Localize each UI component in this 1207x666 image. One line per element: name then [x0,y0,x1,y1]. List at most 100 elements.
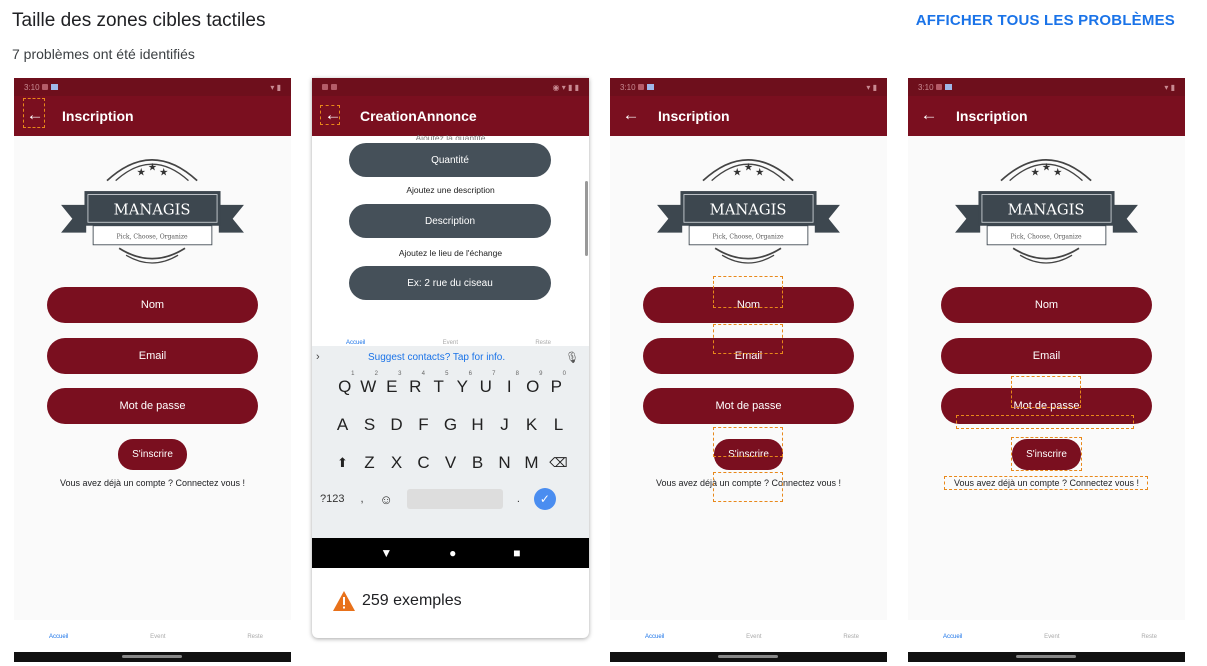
app-bar: ← Inscription [14,96,291,136]
touch-target-highlight [713,276,783,308]
nav-reste[interactable]: Reste [843,634,859,652]
screenshot-inscription-1: 3:10 ▾ ▮ ← Inscription MANAGIS Pick, Cho… [14,78,291,662]
nav-event[interactable]: Event [746,634,761,652]
show-all-issues-link[interactable]: AFFICHER TOUS LES PROBLÈMES [916,12,1175,29]
signup-button[interactable]: S'inscrire [118,439,187,470]
key[interactable]: X [383,453,410,473]
touch-target-highlight [320,105,340,125]
back-arrow-icon[interactable]: ← [918,106,940,126]
name-field[interactable]: Nom [941,287,1152,323]
key[interactable]: 3E [380,371,404,397]
key[interactable]: C [410,453,437,473]
key[interactable]: N [491,453,518,473]
key[interactable]: M [518,453,545,473]
status-bar: 3:10 ▾ ▮ [610,78,887,96]
key[interactable]: 6Y [451,371,475,397]
mic-icon[interactable]: 🎙 [565,351,579,364]
touch-target-highlight [956,415,1134,429]
key-row-1: 1Q 2W 3E 4R 5T 6Y 7U 8I 9O 0P [312,368,589,406]
status-time: 3:10 [24,82,40,92]
email-field[interactable]: Email [47,338,258,374]
key-row-3: ⬆ Z X C V B N M ⌫ [312,444,589,482]
app-bar: ← Inscription [908,96,1185,136]
status-bar: 3:10 ▾ ▮ [908,78,1185,96]
key[interactable]: 0P [545,371,569,397]
nav-event[interactable]: Event [1044,634,1059,652]
key[interactable]: 5T [427,371,451,397]
key[interactable]: B [464,453,491,473]
nav-event[interactable]: Event [150,634,165,652]
symbols-key[interactable]: ?123 [320,493,344,505]
logo-brand: MANAGIS [1008,201,1085,218]
key[interactable]: 8I [498,371,522,397]
app-bar-title: CreationAnnonce [360,108,477,124]
bottom-nav: Accueil Event Reste [610,620,887,652]
emoji-icon[interactable]: ☺ [380,492,393,507]
app-bar-title: Inscription [658,108,730,124]
key[interactable]: Z [356,453,383,473]
gesture-bar [908,652,1185,662]
key[interactable]: A [329,415,356,435]
key[interactable]: K [518,415,545,435]
app-bar-title: Inscription [956,108,1028,124]
status-bar: ◉ ▾ ▮ ▮ [312,78,589,96]
login-link[interactable]: Vous avez déjà un compte ? Connectez vou… [14,478,291,488]
app-bar: ← Inscription [610,96,887,136]
key[interactable]: H [464,415,491,435]
scrollbar[interactable] [585,181,588,256]
key[interactable]: 7U [474,371,498,397]
quantity-field[interactable]: Quantité [349,143,551,177]
backspace-icon[interactable]: ⌫ [545,455,572,471]
page-title: Taille des zones cibles tactiles [12,10,266,31]
back-arrow-icon[interactable]: ← [620,106,642,126]
key[interactable]: J [491,415,518,435]
key-row-2: A S D F G H J K L [312,406,589,444]
nav-accueil[interactable]: Accueil [943,634,962,652]
nav-accueil[interactable]: Accueil [49,634,68,652]
screenshot-inscription-4: 3:10 ▾ ▮ ← Inscription MANAGIS Pick, Cho… [908,78,1185,662]
enter-check-icon[interactable]: ✓ [533,488,556,510]
password-field[interactable]: Mot de passe [47,388,258,424]
key[interactable]: V [437,453,464,473]
key[interactable]: F [410,415,437,435]
home-circle-icon[interactable]: ● [449,546,456,560]
shift-icon[interactable]: ⬆ [329,455,356,471]
recents-square-icon[interactable]: ■ [513,546,520,560]
location-field[interactable]: Ex: 2 rue du ciseau [349,266,551,300]
password-field[interactable]: Mot de passe [643,388,854,424]
examples-count[interactable]: 259 exemples [332,590,462,612]
gesture-bar [14,652,291,662]
examples-label[interactable]: 259 exemples [362,592,462,610]
app-bar-title: Inscription [62,108,134,124]
description-field[interactable]: Description [349,204,551,238]
key[interactable]: 4R [404,371,428,397]
suggestion-bar[interactable]: › Suggest contacts? Tap for info. 🎙 [312,346,589,368]
back-triangle-icon[interactable]: ▼ [380,546,392,560]
period-key[interactable]: . [517,493,520,505]
logo-tagline: Pick, Choose, Organize [1010,234,1082,241]
touch-target-highlight [1011,437,1082,471]
touch-target-highlight [23,98,45,128]
signal-icon: ◉ ▾ ▮ ▮ [552,82,579,92]
issues-count: 7 problèmes ont été identifiés [12,46,195,62]
logo-brand: MANAGIS [710,201,787,218]
key[interactable]: S [356,415,383,435]
nav-reste[interactable]: Reste [247,634,263,652]
suggestion-text[interactable]: Suggest contacts? Tap for info. [368,352,505,363]
nav-accueil[interactable]: Accueil [645,634,664,652]
email-field[interactable]: Email [941,338,1152,374]
key[interactable]: D [383,415,410,435]
chevron-right-icon[interactable]: › [316,351,368,363]
key[interactable]: G [437,415,464,435]
space-key[interactable] [406,489,503,509]
cut-caption: Ajoutez la quantité [415,134,486,140]
nav-reste[interactable]: Reste [1141,634,1157,652]
key[interactable]: 9O [521,371,545,397]
name-field[interactable]: Nom [47,287,258,323]
signal-icon: ▾ ▮ [1164,82,1175,92]
key[interactable]: 1Q [333,371,357,397]
description-caption: Ajoutez une description [406,185,495,195]
comma-key[interactable]: , [360,493,363,505]
key[interactable]: 2W [357,371,381,397]
key[interactable]: L [545,415,572,435]
